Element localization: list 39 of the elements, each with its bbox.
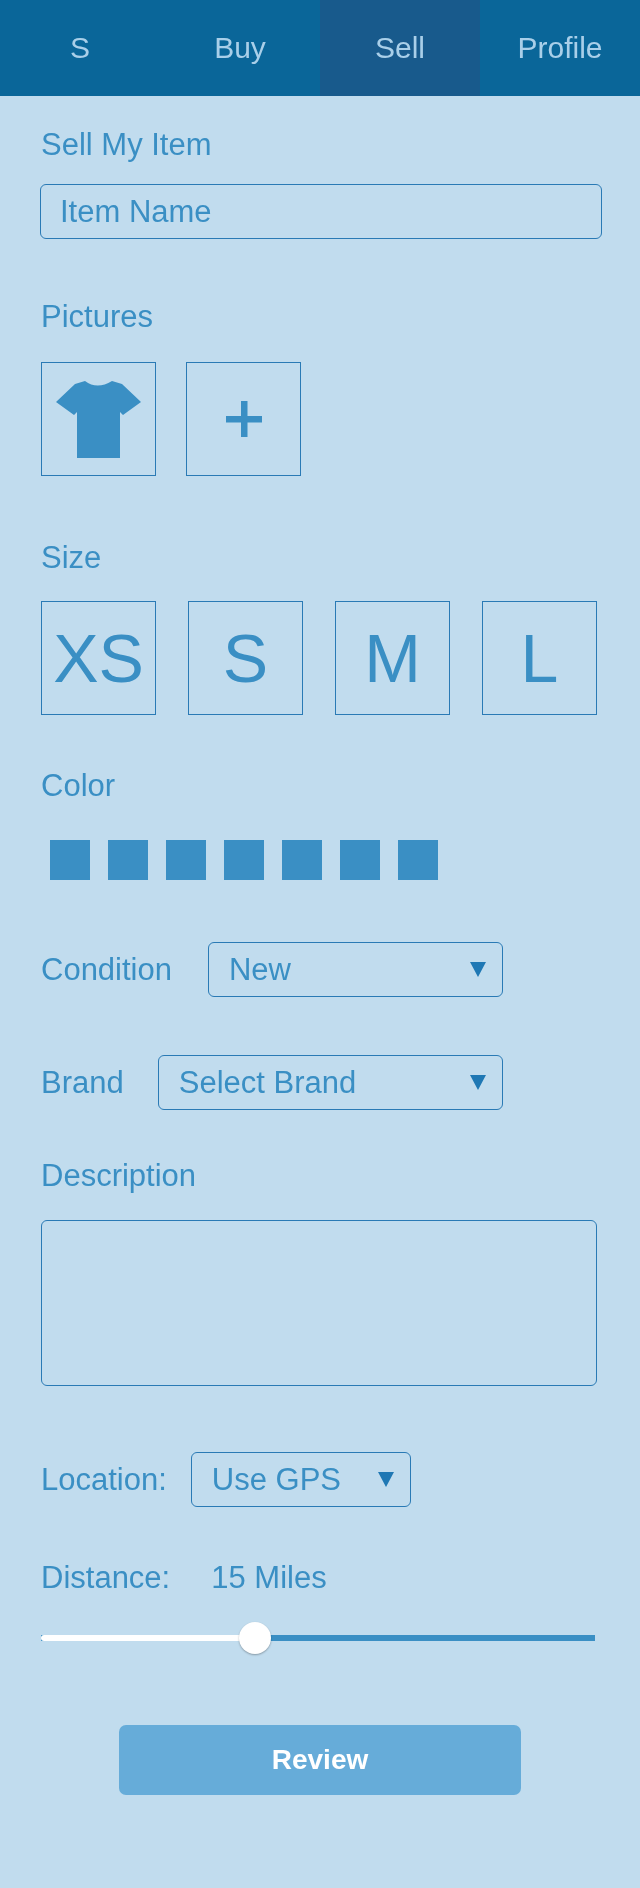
swatch-icon[interactable] [50,840,90,880]
slider-thumb[interactable] [239,1622,272,1654]
picture-thumbnail[interactable] [41,362,156,476]
field-label: Distance: [41,1560,171,1596]
swatch-icon[interactable] [340,840,380,880]
nav-tab[interactable]: S [0,0,160,96]
caret-icon [377,1472,394,1487]
field-label: Location: [41,1461,167,1498]
section-label: Pictures [41,299,153,335]
size-option[interactable]: L [482,601,597,715]
swatch-icon[interactable] [224,840,264,880]
swatch-icon[interactable] [282,840,322,880]
review-button[interactable]: Review [119,1725,521,1795]
form-title: Sell My Item [41,127,212,163]
section-label: Size [41,540,102,576]
description-field[interactable] [41,1220,597,1386]
section-label: Color [41,768,116,804]
section-label: Description [41,1158,197,1194]
nav-tab[interactable]: Sell [320,0,480,96]
distance-value: 15 Miles [211,1560,327,1596]
swatch-icon[interactable] [166,840,206,880]
add-picture-button[interactable] [186,362,301,476]
size-option[interactable]: M [335,601,450,715]
plus-icon [225,401,262,437]
item-name-field[interactable]: Item Name [40,184,602,239]
condition-dropdown[interactable]: New [208,942,503,997]
size-option[interactable]: XS [41,601,156,715]
caret-icon [469,1075,486,1090]
field-label: Condition [41,951,172,988]
swatch-icon[interactable] [398,840,438,880]
field-label: Brand [41,1064,124,1101]
nav-tab[interactable]: Buy [160,0,320,96]
nav-tab[interactable]: Profile [480,0,640,96]
location-dropdown[interactable]: Use GPS [190,1452,411,1507]
brand-dropdown[interactable]: Select Brand [157,1055,503,1110]
t-shirt-icon [56,380,141,458]
caret-icon [470,962,486,977]
size-option[interactable]: S [188,601,303,715]
swatch-icon[interactable] [108,840,148,880]
